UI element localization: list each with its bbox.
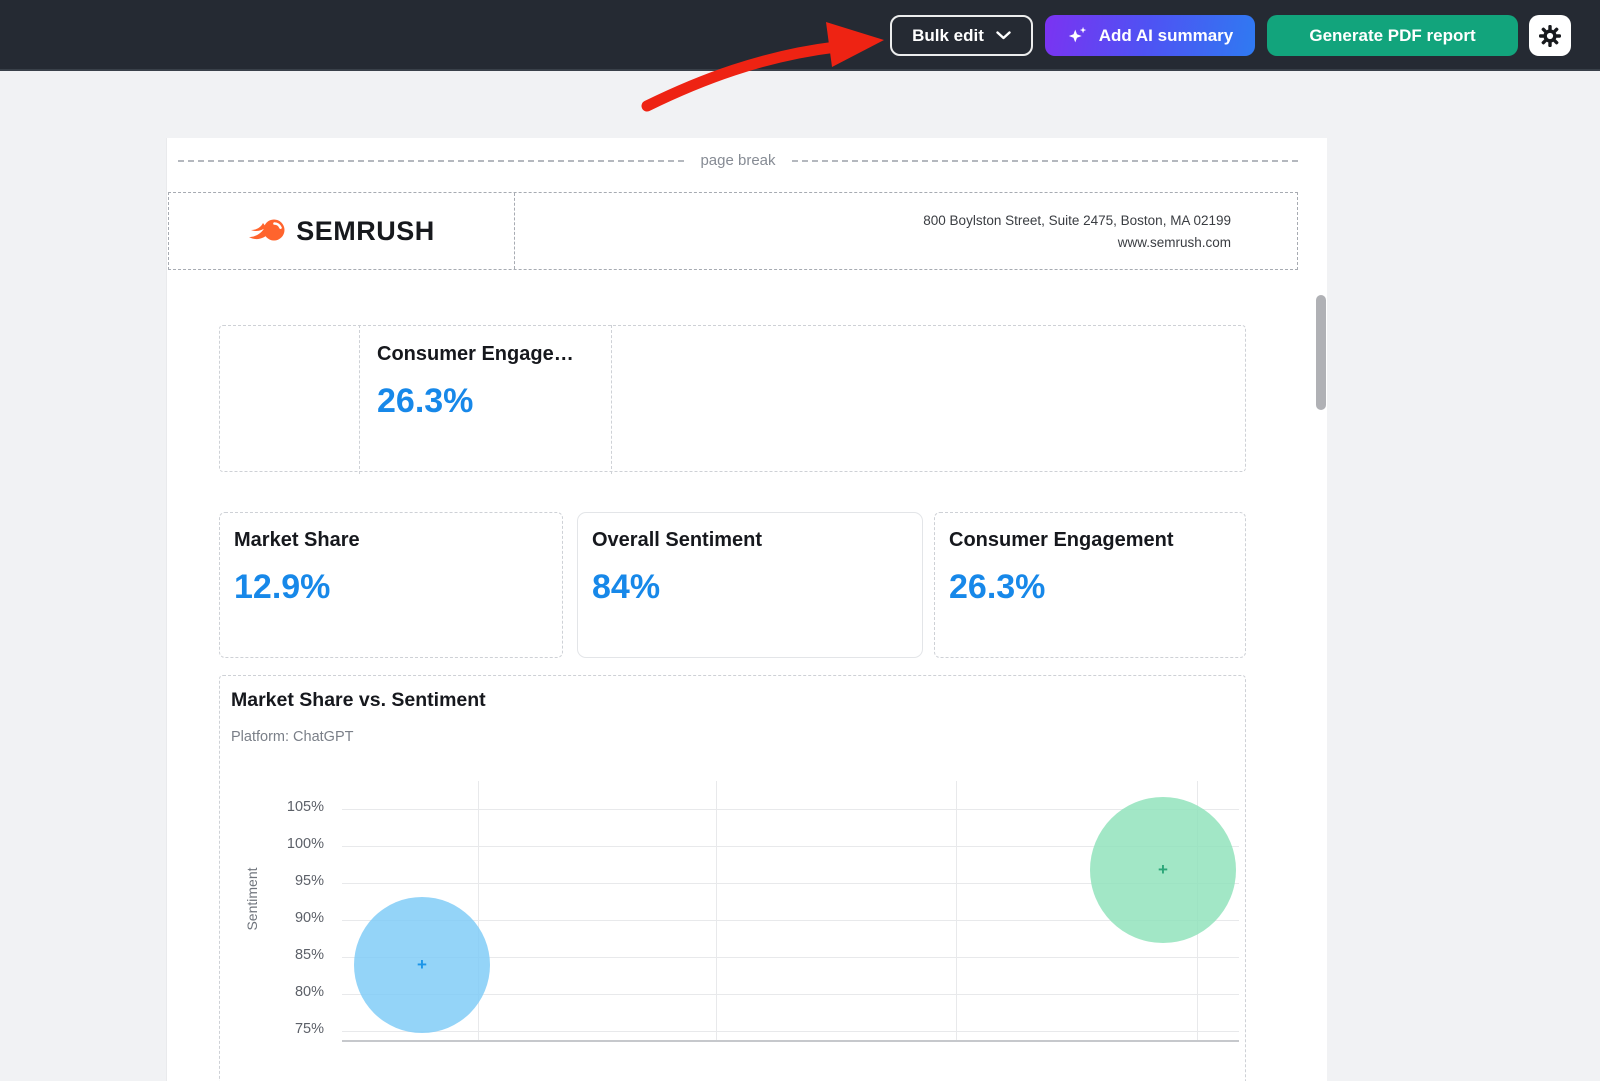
report-canvas: page break SEMRUSH 800 Boylston Street, … <box>166 138 1327 1081</box>
y-axis-label: Sentiment <box>244 859 260 939</box>
gridline <box>716 781 717 1040</box>
y-tick: 105% <box>260 799 324 815</box>
address-cell: 800 Boylston Street, Suite 2475, Boston,… <box>515 193 1297 269</box>
widget-value: 26.3% <box>377 382 611 421</box>
gridline <box>956 781 957 1040</box>
logo-cell: SEMRUSH <box>169 193 515 269</box>
period-bar: Period Jun 11, 2025 – Jun 17, 2025 Compa… <box>0 71 1600 138</box>
kpi-title: Overall Sentiment <box>592 529 922 552</box>
y-tick: 95% <box>260 873 324 889</box>
page-break-label: page break <box>684 152 791 169</box>
chart-subtitle: Platform: ChatGPT <box>231 729 353 745</box>
kpi-title: Market Share <box>234 529 562 552</box>
kpi-card-consumer-engagement[interactable]: Consumer Engagement 26.3% <box>934 512 1246 658</box>
generate-pdf-label: Generate PDF report <box>1309 26 1475 46</box>
report-header-widget[interactable]: SEMRUSH 800 Boylston Street, Suite 2475,… <box>168 192 1298 270</box>
settings-button[interactable] <box>1529 15 1571 56</box>
kpi-card-overall-sentiment[interactable]: Overall Sentiment 84% <box>577 512 923 658</box>
kpi-value: 84% <box>592 568 922 607</box>
gridline <box>342 1031 1239 1032</box>
gridline <box>342 809 1239 810</box>
y-tick: 75% <box>260 1021 324 1037</box>
chart-title: Market Share vs. Sentiment <box>231 689 486 712</box>
kpi-value: 12.9% <box>234 568 562 607</box>
y-tick: 85% <box>260 947 324 963</box>
bulk-edit-button[interactable]: Bulk edit <box>890 15 1033 56</box>
consumer-engagement-mini-widget[interactable]: Consumer Engage… 26.3% <box>359 325 612 474</box>
bubble-center-marker: + <box>417 955 427 975</box>
y-tick: 80% <box>260 984 324 1000</box>
kpi-card-market-share[interactable]: Market Share 12.9% <box>219 512 563 658</box>
bubble-chart-widget[interactable]: Market Share vs. Sentiment Platform: Cha… <box>219 675 1246 1081</box>
sparkles-icon <box>1067 25 1089 47</box>
add-ai-summary-button[interactable]: Add AI summary <box>1045 15 1255 56</box>
gear-icon <box>1538 24 1562 48</box>
data-bubble-green[interactable]: + <box>1090 797 1236 943</box>
gridline <box>342 920 1239 921</box>
y-tick: 90% <box>260 910 324 926</box>
company-website: www.semrush.com <box>1118 235 1231 250</box>
page-break-divider: page break <box>178 152 1298 169</box>
semrush-logo-icon <box>248 218 286 245</box>
generate-pdf-button[interactable]: Generate PDF report <box>1267 15 1518 56</box>
widget-row-container[interactable]: Consumer Engage… 26.3% <box>219 325 1246 472</box>
data-bubble-blue[interactable]: + <box>354 897 490 1033</box>
brand-wordmark: SEMRUSH <box>296 216 435 247</box>
bulk-edit-label: Bulk edit <box>912 26 984 46</box>
kpi-value: 26.3% <box>949 568 1245 607</box>
chevron-down-icon <box>996 31 1011 40</box>
vertical-scrollbar-thumb[interactable] <box>1316 295 1326 410</box>
bubble-center-marker: + <box>1158 860 1168 880</box>
x-axis-line <box>342 1040 1239 1042</box>
kpi-title: Consumer Engagement <box>949 529 1245 552</box>
add-ai-summary-label: Add AI summary <box>1099 26 1233 46</box>
widget-title: Consumer Engage… <box>377 343 611 366</box>
screen: Bulk edit Add AI summary Generate PDF re… <box>0 0 1600 1081</box>
company-address: 800 Boylston Street, Suite 2475, Boston,… <box>923 213 1231 228</box>
y-tick: 100% <box>260 836 324 852</box>
top-toolbar: Bulk edit Add AI summary Generate PDF re… <box>0 0 1600 71</box>
